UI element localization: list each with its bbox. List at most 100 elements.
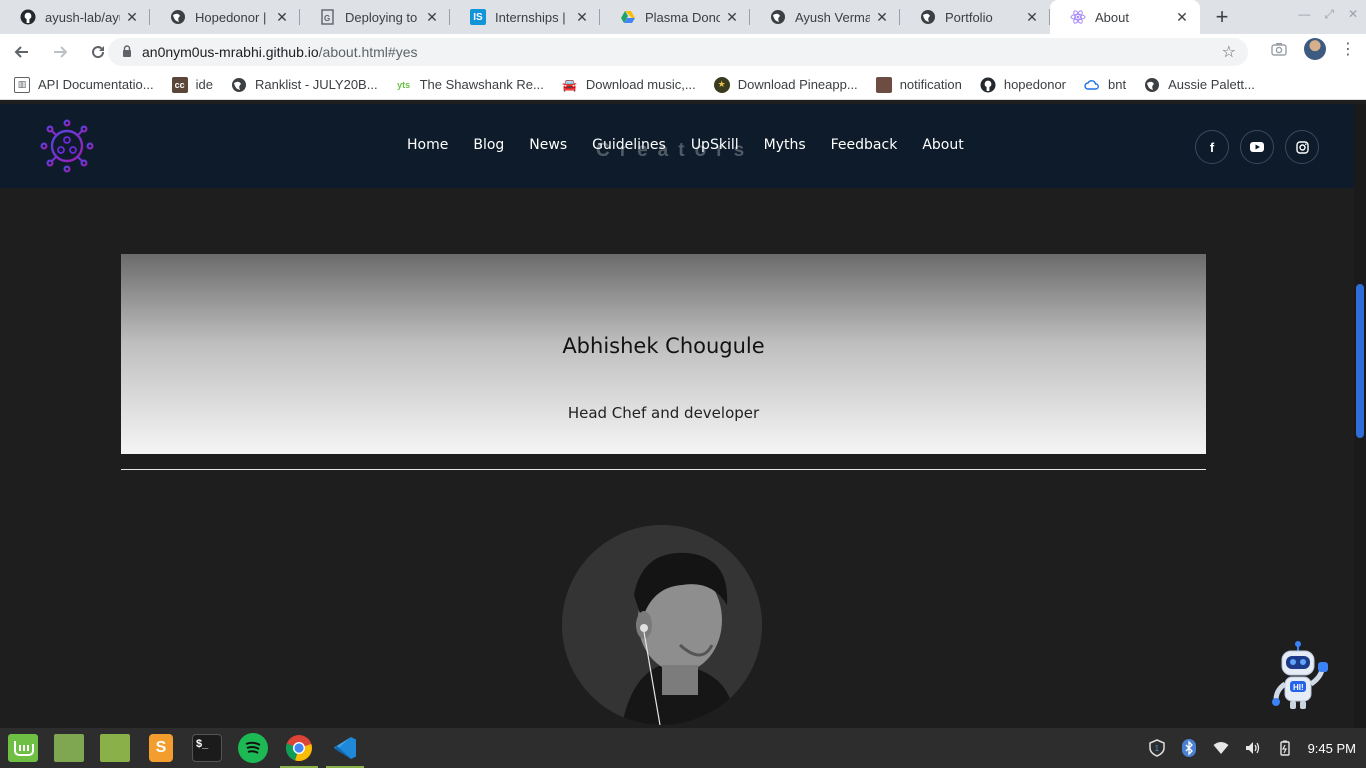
bookmark-item[interactable]: 🚘 Download music,... — [562, 77, 695, 93]
bookmark-item[interactable]: ▥ API Documentatio... — [14, 76, 154, 93]
address-bar[interactable]: an0nym0us-mrabhi.github.io/about.html#ye… — [108, 38, 1248, 66]
scrollbar-thumb[interactable] — [1356, 284, 1364, 438]
codechef-icon: cc — [171, 76, 188, 93]
url-host: an0nym0us-mrabhi.github.io — [142, 44, 319, 60]
taskbar-files[interactable] — [92, 728, 138, 768]
nav-link-news[interactable]: News — [529, 137, 567, 153]
wifi-icon[interactable] — [1212, 739, 1230, 757]
nav-link-home[interactable]: Home — [407, 137, 448, 153]
close-icon[interactable]: ✕ — [874, 9, 890, 25]
volume-icon[interactable] — [1244, 739, 1262, 757]
bookmark-item[interactable]: hopedonor — [980, 77, 1066, 93]
chatbot-icon[interactable]: HI! — [1268, 638, 1332, 710]
browser-toolbar: an0nym0us-mrabhi.github.io/about.html#ye… — [0, 34, 1366, 70]
taskbar-chrome[interactable] — [276, 728, 322, 768]
close-icon[interactable]: ✕ — [274, 9, 290, 25]
nav-link-guidelines[interactable]: Guidelines — [592, 137, 666, 153]
nav-link-myths[interactable]: Myths — [764, 137, 806, 153]
bookmark-label: Download Pineapp... — [737, 77, 858, 92]
close-icon[interactable]: ✕ — [1174, 9, 1190, 25]
bookmark-item[interactable]: Aussie Palett... — [1144, 77, 1255, 93]
bookmark-label: API Documentatio... — [38, 77, 154, 92]
tab-title: Internships | Sc — [495, 9, 570, 25]
bookmark-item[interactable]: cc ide — [171, 76, 213, 93]
badge-icon: ★ — [713, 76, 730, 93]
shield-icon[interactable]: 1 — [1148, 739, 1166, 757]
facebook-icon[interactable]: f — [1195, 130, 1229, 164]
nav-link-feedback[interactable]: Feedback — [831, 137, 898, 153]
close-icon[interactable]: ✕ — [424, 9, 440, 25]
taskbar-sublime[interactable]: S — [138, 728, 184, 768]
page-scrollbar[interactable] — [1354, 104, 1366, 728]
close-icon[interactable]: ✕ — [1024, 9, 1040, 25]
minimize-icon[interactable]: — — [1298, 7, 1310, 22]
svg-text:HI!: HI! — [1293, 683, 1304, 692]
bookmark-star-icon[interactable]: ☆ — [1222, 42, 1236, 62]
battery-icon[interactable] — [1276, 739, 1294, 757]
browser-tab[interactable]: Ayush Verma ✕ — [750, 0, 900, 34]
globe-icon — [920, 9, 936, 25]
taskbar-vscode[interactable] — [322, 728, 368, 768]
taskbar-folder[interactable] — [46, 728, 92, 768]
youtube-icon[interactable] — [1240, 130, 1274, 164]
profile-role: Head Chef and developer — [567, 404, 760, 422]
taskbar-terminal[interactable]: $_ — [184, 728, 230, 768]
close-icon[interactable]: ✕ — [574, 9, 590, 25]
nav-link-upskill[interactable]: UpSkill — [691, 137, 739, 153]
browser-tab[interactable]: IS Internships | Sc ✕ — [450, 0, 600, 34]
nav-link-blog[interactable]: Blog — [473, 137, 504, 153]
instagram-icon[interactable] — [1285, 130, 1319, 164]
close-icon[interactable]: ✕ — [124, 9, 140, 25]
car-icon: 🚘 — [562, 77, 578, 92]
bookmark-item[interactable]: notification — [875, 76, 962, 93]
svg-text:G: G — [324, 14, 330, 23]
os-taskbar: S $_ 1 9:45 PM — [0, 728, 1366, 768]
new-tab-button[interactable]: + — [1206, 0, 1238, 34]
mint-menu-icon — [8, 734, 38, 762]
maximize-icon[interactable]: ⤢ — [1324, 7, 1334, 22]
react-icon — [1070, 9, 1086, 25]
bookmark-item[interactable]: Ranklist - JULY20B... — [231, 77, 378, 93]
bookmark-item[interactable]: yts The Shawshank Re... — [396, 77, 544, 93]
vscode-icon — [330, 734, 360, 762]
back-icon[interactable] — [6, 36, 38, 68]
browser-tab[interactable]: ayush-lab/ayush ✕ — [0, 0, 150, 34]
yts-icon: yts — [397, 79, 411, 90]
profile-name: Abhishek Chougule — [562, 334, 765, 358]
github-icon — [980, 77, 996, 93]
browser-tab-active[interactable]: About ✕ — [1050, 0, 1200, 34]
bookmarks-bar: ▥ API Documentatio... cc ide Ranklist - … — [0, 70, 1366, 100]
bookmark-label: Ranklist - JULY20B... — [254, 77, 378, 92]
web-page: Creators Home Blog News Guidelines UpSki… — [0, 104, 1354, 728]
url-path: /about.html#yes — [318, 44, 418, 60]
forward-icon[interactable] — [44, 36, 76, 68]
close-icon[interactable]: ✕ — [724, 9, 740, 25]
tab-title: Plasma Donor — [645, 9, 720, 25]
browser-tab[interactable]: Plasma Donor ✕ — [600, 0, 750, 34]
close-window-icon[interactable]: ✕ — [1348, 7, 1358, 22]
bookmark-item[interactable]: bnt — [1084, 77, 1126, 93]
profile-avatar[interactable] — [1304, 38, 1326, 60]
browser-tab[interactable]: G Deploying to Gi ✕ — [300, 0, 450, 34]
google-drive-icon — [620, 9, 636, 25]
tab-title: Deploying to Gi — [345, 9, 420, 25]
tab-strip: ayush-lab/ayush ✕ Hopedonor | Fr ✕ G Dep… — [0, 0, 1366, 34]
bluetooth-icon[interactable] — [1180, 739, 1198, 757]
bookmark-label: hopedonor — [1003, 77, 1067, 92]
camera-icon[interactable] — [1268, 38, 1290, 60]
bookmark-label: bnt — [1108, 77, 1127, 92]
bookmark-item[interactable]: ★ Download Pineapp... — [713, 76, 858, 93]
clock[interactable]: 9:45 PM — [1308, 741, 1356, 756]
mint-menu-button[interactable] — [0, 728, 46, 768]
virus-logo-icon[interactable] — [40, 119, 94, 173]
browser-tab[interactable]: Hopedonor | Fr ✕ — [150, 0, 300, 34]
menu-kebab-icon[interactable]: ⋮ — [1340, 39, 1356, 59]
sublime-text-icon: S — [149, 734, 173, 762]
globe-icon — [170, 9, 186, 25]
site-nav-links: Home Blog News Guidelines UpSkill Myths … — [407, 137, 964, 153]
nav-link-about[interactable]: About — [922, 137, 963, 153]
browser-tab[interactable]: Portfolio ✕ — [900, 0, 1050, 34]
taskbar-spotify[interactable] — [230, 728, 276, 768]
svg-text:1: 1 — [1154, 744, 1159, 753]
window-controls: — ⤢ ✕ — [1298, 7, 1358, 22]
